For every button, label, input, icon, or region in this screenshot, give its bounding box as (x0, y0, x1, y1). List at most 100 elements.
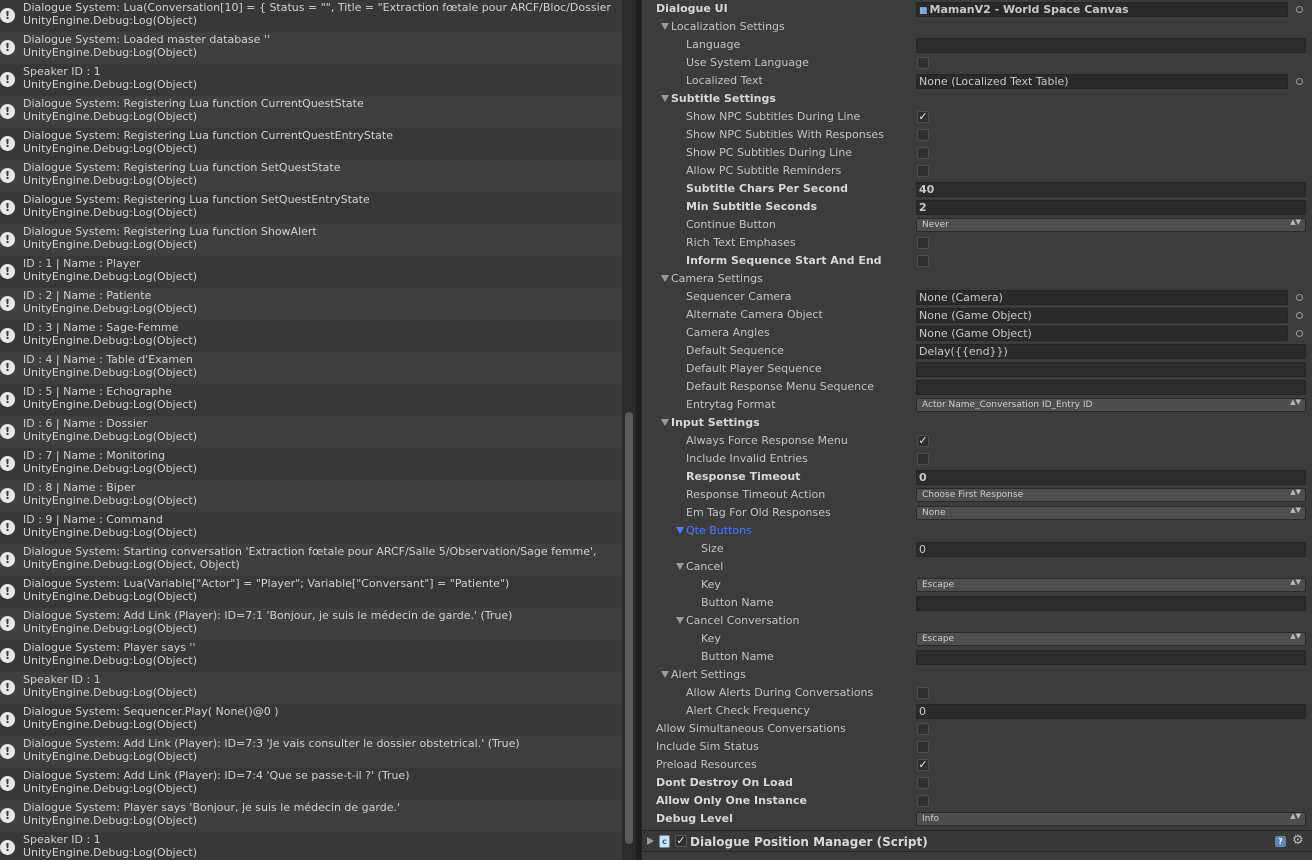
checkbox-include-sim-status[interactable] (917, 741, 929, 753)
log-entry[interactable]: ! Dialogue System: Loaded master database… (0, 32, 622, 64)
text-field-alert-check-frequency[interactable]: 0 (916, 704, 1306, 719)
checkbox-allow-alerts-during-conversations[interactable] (917, 687, 929, 699)
log-entry[interactable]: ! Dialogue System: Registering Lua functi… (0, 128, 622, 160)
log-entry[interactable]: ! Dialogue System: Player says 'Bonjour, … (0, 800, 622, 832)
console-panel[interactable]: ! Dialogue System: Lua(Conversation[10] =… (0, 0, 622, 860)
dropdown-em-tag-for-old-responses[interactable]: None ▲▼ (916, 506, 1306, 520)
console-scrollbar[interactable] (622, 0, 636, 860)
property-label[interactable]: Subtitle Settings (671, 90, 776, 108)
checkbox-dont-destroy-on-load[interactable] (917, 777, 929, 789)
foldout-arrow-icon[interactable] (661, 95, 669, 102)
foldout-arrow-icon[interactable] (661, 419, 669, 426)
property-label[interactable]: Alert Settings (671, 666, 746, 684)
log-entry[interactable]: ! Dialogue System: Player says '' UnityEng… (0, 640, 622, 672)
log-entry[interactable]: ! Dialogue System: Starting conversation … (0, 544, 622, 576)
help-icon[interactable]: ? (1275, 836, 1286, 847)
checkbox-use-system-language[interactable] (917, 57, 929, 69)
checkbox-rich-text-emphases[interactable] (917, 237, 929, 249)
log-entry[interactable]: ! Dialogue System: Lua(Conversation[10] =… (0, 0, 622, 32)
checkbox-allow-simultaneous-conversations[interactable] (917, 723, 929, 735)
log-entry[interactable]: ! Dialogue System: Registering Lua functi… (0, 224, 622, 256)
console-scroll-thumb[interactable] (625, 412, 633, 844)
log-entry[interactable]: ! Dialogue System: Registering Lua functi… (0, 192, 622, 224)
log-entry[interactable]: ! Speaker ID : 1 UnityEngine.Debug:Log(Obj… (0, 64, 622, 96)
property-label[interactable]: Input Settings (671, 414, 760, 432)
foldout-arrow-icon[interactable] (676, 527, 684, 534)
log-entry[interactable]: ! Dialogue System: Lua(Variable["Actor"] … (0, 576, 622, 608)
dropdown-debug-level[interactable]: Info ▲▼ (916, 812, 1306, 826)
foldout-arrow-icon[interactable] (661, 23, 669, 30)
property-label: Show NPC Subtitles During Line (686, 110, 861, 123)
object-picker-icon[interactable] (1296, 6, 1303, 13)
component-header-dialogue-position-manager[interactable]: c ✓ Dialogue Position Manager (Script) ?… (642, 830, 1312, 852)
checkbox-allow-pc-subtitle-reminders[interactable] (917, 165, 929, 177)
log-entry[interactable]: ! ID : 6 | Name : Dossier UnityEngine.Debu… (0, 416, 622, 448)
object-field-localized-text[interactable]: None (Localized Text Table) (916, 74, 1288, 89)
log-entry[interactable]: ! Dialogue System: Sequencer.Play( None()… (0, 704, 622, 736)
log-entry[interactable]: ! Dialogue System: Registering Lua functi… (0, 96, 622, 128)
checkbox-show-npc-subtitles-with-responses[interactable] (917, 129, 929, 141)
foldout-arrow-icon[interactable] (676, 617, 684, 624)
object-field-sequencer-camera[interactable]: None (Camera) (916, 290, 1288, 305)
property-label[interactable]: Camera Settings (671, 270, 763, 288)
log-entry[interactable]: ! ID : 5 | Name : Echographe UnityEngine.D… (0, 384, 622, 416)
log-entry[interactable]: ! Dialogue System: Registering Lua functi… (0, 160, 622, 192)
property-row-subtitle-chars-per-second: Subtitle Chars Per Second 40 (642, 180, 1312, 198)
info-icon: ! (0, 40, 15, 55)
log-entry[interactable]: ! ID : 3 | Name : Sage-Femme UnityEngine.D… (0, 320, 622, 352)
object-picker-icon[interactable] (1296, 294, 1303, 301)
object-picker-icon[interactable] (1296, 330, 1303, 337)
log-entry[interactable]: ! ID : 2 | Name : Patiente UnityEngine.Deb… (0, 288, 622, 320)
object-picker-icon[interactable] (1296, 78, 1303, 85)
text-field-button-name[interactable] (916, 650, 1306, 665)
dropdown-continue-button[interactable]: Never ▲▼ (916, 218, 1306, 232)
text-field-button-name[interactable] (916, 596, 1306, 611)
checkbox-inform-sequence-start-and-end[interactable] (917, 255, 929, 267)
dropdown-response-timeout-action[interactable]: Choose First Response ▲▼ (916, 488, 1306, 502)
property-label[interactable]: Qte Buttons (686, 522, 752, 540)
text-field-default-sequence[interactable]: Delay({{end}}) (916, 344, 1306, 359)
text-field-default-player-sequence[interactable] (916, 362, 1306, 377)
dropdown-key[interactable]: Escape ▲▼ (916, 632, 1306, 646)
text-field-response-timeout[interactable]: 0 (916, 470, 1306, 485)
property-label[interactable]: Localization Settings (671, 18, 785, 36)
foldout-arrow-icon[interactable] (676, 563, 684, 570)
object-field-camera-angles[interactable]: None (Game Object) (916, 326, 1288, 341)
component-enabled-checkbox[interactable]: ✓ (675, 835, 687, 847)
object-field-dialogue-ui[interactable]: ■ MamanV2 - World Space Canvas (916, 2, 1288, 17)
property-label[interactable]: Cancel (686, 558, 723, 576)
gear-icon[interactable]: ⚙ (1292, 833, 1304, 849)
checkbox-show-npc-subtitles-during-line[interactable]: ✓ (917, 111, 929, 123)
log-entry[interactable]: ! ID : 9 | Name : Command UnityEngine.Debu… (0, 512, 622, 544)
foldout-arrow-icon[interactable] (661, 275, 669, 282)
property-label[interactable]: Cancel Conversation (686, 612, 800, 630)
log-entry[interactable]: ! Dialogue System: Add Link (Player): ID=… (0, 608, 622, 640)
log-entry[interactable]: ! ID : 8 | Name : Biper UnityEngine.Debug:… (0, 480, 622, 512)
text-field-language[interactable] (916, 38, 1306, 53)
text-field-size[interactable]: 0 (916, 542, 1306, 557)
text-field-subtitle-chars-per-second[interactable]: 40 (916, 182, 1306, 197)
log-entry[interactable]: ! ID : 7 | Name : Monitoring UnityEngine.D… (0, 448, 622, 480)
checkbox-preload-resources[interactable]: ✓ (917, 759, 929, 771)
dropdown-key[interactable]: Escape ▲▼ (916, 578, 1306, 592)
log-entry[interactable]: ! Dialogue System: Add Link (Player): ID=… (0, 768, 622, 800)
text-field-default-response-menu-sequence[interactable] (916, 380, 1306, 395)
property-label: Sequencer Camera (686, 290, 792, 303)
log-entry[interactable]: ! Speaker ID : 1 UnityEngine.Debug:Log(Obj… (0, 832, 622, 860)
property-row-rich-text-emphases: Rich Text Emphases (642, 234, 1312, 252)
checkbox-allow-only-one-instance[interactable] (917, 795, 929, 807)
foldout-arrow-icon[interactable] (661, 671, 669, 678)
log-entry[interactable]: ! Dialogue System: Add Link (Player): ID=… (0, 736, 622, 768)
object-picker-icon[interactable] (1296, 312, 1303, 319)
checkbox-always-force-response-menu[interactable]: ✓ (917, 435, 929, 447)
checkbox-include-invalid-entries[interactable] (917, 453, 929, 465)
dropdown-entrytag-format[interactable]: Actor Name_Conversation ID_Entry ID ▲▼ (916, 398, 1306, 412)
property-label: Min Subtitle Seconds (686, 200, 818, 213)
log-entry[interactable]: ! Speaker ID : 1 UnityEngine.Debug:Log(Obj… (0, 672, 622, 704)
log-entry[interactable]: ! ID : 4 | Name : Table d'Examen UnityEngi… (0, 352, 622, 384)
expand-arrow-icon[interactable] (647, 837, 654, 845)
checkbox-show-pc-subtitles-during-line[interactable] (917, 147, 929, 159)
log-entry[interactable]: ! ID : 1 | Name : Player UnityEngine.Debug… (0, 256, 622, 288)
text-field-min-subtitle-seconds[interactable]: 2 (916, 200, 1306, 215)
object-field-alternate-camera-object[interactable]: None (Game Object) (916, 308, 1288, 323)
